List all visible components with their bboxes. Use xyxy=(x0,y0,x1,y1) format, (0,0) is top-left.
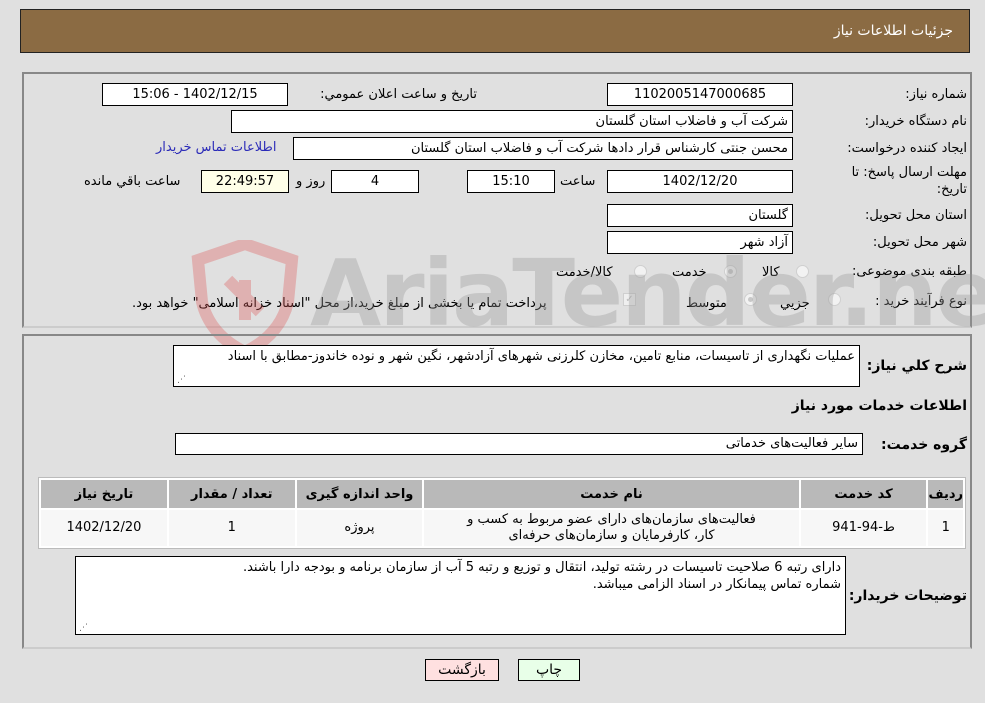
col-unit: واحد اندازه گیری xyxy=(296,480,423,508)
services-section-title: اطلاعات خدمات مورد نیاز xyxy=(791,398,967,414)
page-title: جزئیات اطلاعات نیاز xyxy=(833,23,953,39)
category-radio-goods-service[interactable] xyxy=(634,265,647,278)
remaining-time-label: ساعت باقي مانده xyxy=(84,174,181,189)
announce-date-label: تاریخ و ساعت اعلان عمومي: xyxy=(320,87,477,102)
deadline-date-field: 1402/12/20 xyxy=(607,170,793,193)
process-radio-minor[interactable] xyxy=(828,293,841,306)
process-radio-medium[interactable] xyxy=(744,293,757,306)
need-number-field: 1102005147000685 xyxy=(607,83,793,106)
deadline-time-field: 15:10 xyxy=(467,170,555,193)
deadline-label: مهلت ارسال پاسخ: تا xyxy=(851,165,967,180)
category-radio-service[interactable] xyxy=(724,265,737,278)
resize-grip-icon[interactable]: ⋰ xyxy=(78,623,88,633)
col-name: نام خدمت xyxy=(424,480,799,508)
process-option-medium: متوسط xyxy=(686,296,727,311)
category-option-service: خدمت xyxy=(672,265,707,280)
print-button[interactable]: چاپ xyxy=(518,659,580,681)
treasury-note: پرداخت تمام یا بخشی از مبلغ خرید،از محل … xyxy=(132,296,547,311)
days-remaining-field: 4 xyxy=(331,170,419,193)
back-button[interactable]: بازگشت xyxy=(425,659,499,681)
summary-label: شرح کلي نیاز: xyxy=(866,358,967,374)
category-label: طبقه بندی موضوعی: xyxy=(851,264,967,279)
province-label: استان محل تحویل: xyxy=(865,208,967,223)
resize-grip-icon[interactable]: ⋰ xyxy=(176,375,186,385)
city-field: آزاد شهر xyxy=(607,231,793,254)
buyer-notes-line-2: شماره تماس پیمانکار در اسناد الزامی میبا… xyxy=(592,577,841,592)
cell-quantity: 1 xyxy=(168,510,295,546)
summary-text: عملیات نگهداری از تاسیسات، منابع تامین، … xyxy=(227,349,855,364)
cell-index: 1 xyxy=(928,510,963,546)
category-option-goods-service: کالا/خدمت xyxy=(556,265,613,280)
col-quantity: تعداد / مقدار xyxy=(168,480,295,508)
days-label: روز و xyxy=(296,174,326,189)
buyer-org-label: نام دستگاه خریدار: xyxy=(864,114,967,129)
service-group-label: گروه خدمت: xyxy=(881,437,967,453)
buyer-org-field: شرکت آب و فاضلاب استان گلستان xyxy=(231,110,793,133)
cell-code: ط-94-941 xyxy=(800,510,927,546)
service-group-field: سایر فعالیت‌های خدماتی xyxy=(175,433,863,455)
table-header-row: ردیف کد خدمت نام خدمت واحد اندازه گیری ت… xyxy=(41,480,963,508)
buyer-notes-line-1: دارای رتبه 6 صلاحیت تاسیسات در رشته تولی… xyxy=(242,560,841,575)
creator-field: محسن جنتی کارشناس قرار دادها شرکت آب و ف… xyxy=(293,137,793,160)
services-table: ردیف کد خدمت نام خدمت واحد اندازه گیری ت… xyxy=(38,477,966,549)
col-index: ردیف xyxy=(928,480,963,508)
buyer-contact-link[interactable]: اطلاعات تماس خریدار xyxy=(156,140,276,155)
need-number-label: شماره نیاز: xyxy=(905,87,967,102)
page-header: جزئیات اطلاعات نیاز xyxy=(20,9,970,53)
cell-unit: پروژه xyxy=(296,510,423,546)
remaining-time-field: 22:49:57 xyxy=(201,170,289,193)
buyer-notes-textarea[interactable]: دارای رتبه 6 صلاحیت تاسیسات در رشته تولی… xyxy=(75,556,846,635)
cell-date: 1402/12/20 xyxy=(41,510,167,546)
deadline-label-2: تاریخ: xyxy=(936,182,967,197)
buyer-notes-label: توضیحات خریدار: xyxy=(848,588,967,604)
province-field: گلستان xyxy=(607,204,793,227)
category-radio-goods[interactable] xyxy=(796,265,809,278)
process-option-minor: جزيي xyxy=(780,296,810,311)
city-label: شهر محل تحویل: xyxy=(872,235,967,250)
process-type-label: نوع فرآیند خرید : xyxy=(875,294,967,309)
table-row: 1 ط-94-941 فعالیت‌های سازمان‌های دارای ع… xyxy=(41,510,963,546)
col-code: کد خدمت xyxy=(800,480,927,508)
col-date: تاریخ نیاز xyxy=(41,480,167,508)
summary-textarea[interactable]: عملیات نگهداری از تاسیسات، منابع تامین، … xyxy=(173,345,860,387)
creator-label: ایجاد کننده درخواست: xyxy=(847,141,967,156)
category-option-goods: کالا xyxy=(762,265,780,280)
cell-name: فعالیت‌های سازمان‌های دارای عضو مربوط به… xyxy=(424,510,799,546)
announce-date-field: 1402/12/15 - 15:06 xyxy=(102,83,288,106)
treasury-checkbox[interactable]: ✓ xyxy=(623,293,636,306)
deadline-time-label: ساعت xyxy=(560,174,596,189)
